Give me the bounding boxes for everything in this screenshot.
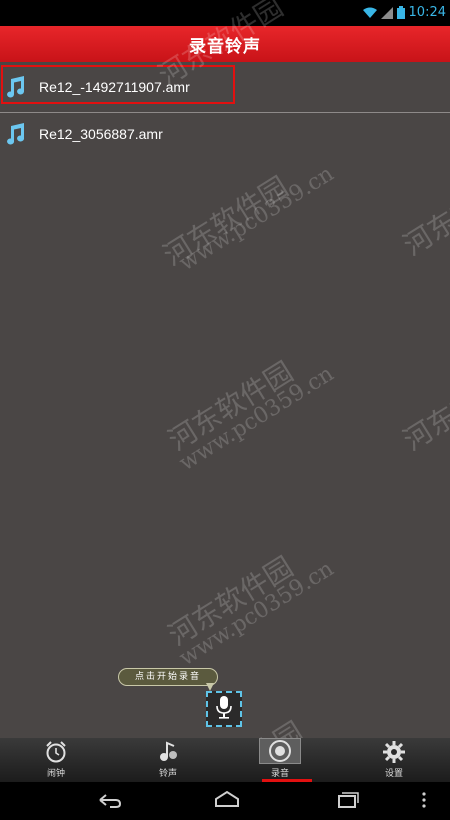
page-title: 录音铃声 (189, 36, 261, 57)
recent-apps-icon[interactable] (330, 788, 364, 812)
tab-label: 闹钟 (46, 769, 65, 779)
file-name: Re12_3056887.amr (39, 126, 163, 142)
file-name: Re12_-1492711907.amr (39, 79, 190, 95)
tab-alarm[interactable]: 闹钟 (0, 738, 112, 782)
watermark-url: www.pc0359.cn (175, 161, 339, 277)
recording-list: Re12_-1492711907.amr Re12_3056887.amr (0, 62, 450, 155)
bottom-tab-bar: 闹钟 铃声 录音 设置 (0, 738, 450, 782)
alarm-clock-icon (44, 740, 68, 764)
list-item[interactable]: Re12_-1492711907.amr (0, 62, 450, 112)
wifi-icon (362, 7, 377, 19)
back-icon[interactable] (92, 788, 126, 812)
gear-icon (382, 740, 406, 764)
list-item[interactable]: Re12_3056887.amr (0, 113, 450, 155)
status-icons: 10:24 (362, 5, 446, 20)
battery-icon (396, 6, 405, 19)
status-bar: 10:24 (0, 0, 450, 26)
tab-label: 录音 (270, 769, 289, 779)
watermark-text: 河东软件园 (162, 550, 299, 653)
watermark-text: 河东软件园 (157, 170, 294, 273)
record-icon (259, 738, 301, 764)
record-tooltip: 点击开始录音 (118, 668, 218, 686)
watermark-text: 河东软件园 (397, 355, 450, 458)
tooltip-tail (206, 683, 214, 691)
watermark-text: 河东软件园 (397, 160, 450, 263)
microphone-icon (215, 695, 233, 723)
status-time: 10:24 (408, 5, 446, 20)
tab-ringtone[interactable]: 铃声 (112, 738, 224, 782)
music-note-icon (4, 123, 26, 145)
watermark-text: 河东软件园 (162, 355, 299, 458)
title-bar: 录音铃声 (0, 26, 450, 62)
tab-record[interactable]: 录音 (224, 738, 336, 782)
watermark-url: www.pc0359.cn (175, 556, 339, 672)
music-notes-icon (156, 740, 180, 764)
signal-icon (380, 6, 393, 19)
music-note-icon (4, 76, 26, 98)
tab-settings[interactable]: 设置 (338, 738, 450, 782)
home-icon[interactable] (210, 788, 244, 812)
menu-icon[interactable] (420, 788, 440, 812)
tab-label: 设置 (384, 769, 403, 779)
system-nav-bar (0, 782, 450, 820)
watermark-url: www.pc0359.cn (175, 361, 339, 477)
record-button[interactable] (206, 691, 242, 727)
tab-label: 铃声 (158, 769, 177, 779)
